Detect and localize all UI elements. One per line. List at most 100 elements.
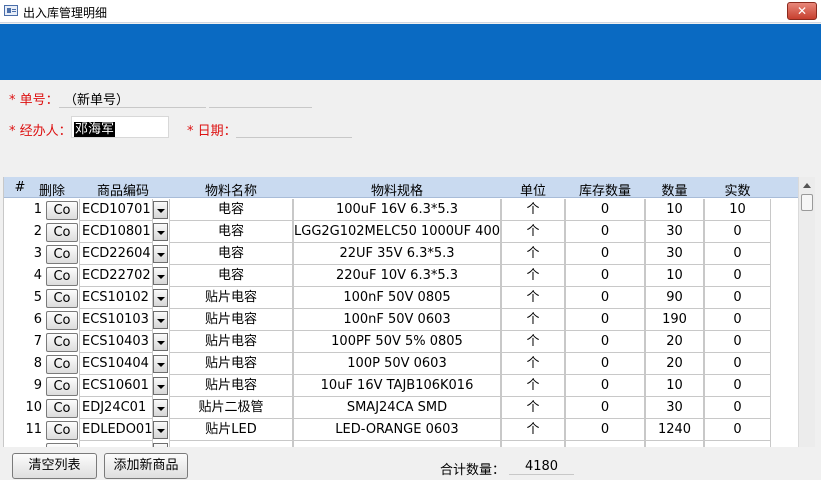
delete-row-button[interactable]: Co <box>46 289 78 308</box>
delete-row-button[interactable] <box>46 443 78 447</box>
material-spec-cell[interactable]: LED-ORANGE 0603 <box>293 419 501 441</box>
close-button[interactable]: ✕ <box>787 2 817 20</box>
unit-cell[interactable]: 个 <box>501 243 565 265</box>
add-item-button[interactable]: 添加新商品 <box>104 453 188 479</box>
delete-row-button[interactable]: Co <box>46 223 78 242</box>
actual-qty-cell[interactable]: 10 <box>704 199 771 221</box>
product-code-combobox[interactable]: EDJ24C01 <box>79 397 153 419</box>
actual-qty-cell[interactable]: 0 <box>704 353 771 375</box>
grid-scrollbar[interactable] <box>798 177 815 447</box>
material-name-cell[interactable] <box>169 441 293 447</box>
qty-cell[interactable]: 10 <box>645 265 704 287</box>
unit-cell[interactable]: 个 <box>501 265 565 287</box>
chevron-down-icon[interactable] <box>153 355 168 373</box>
product-code-combobox[interactable]: ECS10403 <box>79 331 153 353</box>
actual-qty-cell[interactable]: 0 <box>704 221 771 243</box>
actual-qty-cell[interactable]: 0 <box>704 331 771 353</box>
qty-cell[interactable]: 90 <box>645 287 704 309</box>
material-name-cell[interactable]: 电容 <box>169 199 293 221</box>
stock-qty-cell[interactable]: 0 <box>565 353 645 375</box>
material-spec-cell[interactable]: SMAJ24CA SMD <box>293 397 501 419</box>
stock-qty-cell[interactable]: 0 <box>565 265 645 287</box>
stock-qty-cell[interactable]: 0 <box>565 375 645 397</box>
handler-input[interactable]: 邓海军 <box>71 116 169 138</box>
actual-qty-cell[interactable]: 0 <box>704 397 771 419</box>
material-spec-cell[interactable]: 10uF 16V TAJB106K016 <box>293 375 501 397</box>
material-name-cell[interactable]: 贴片LED <box>169 419 293 441</box>
qty-cell[interactable]: 1240 <box>645 419 704 441</box>
stock-qty-cell[interactable]: 0 <box>565 199 645 221</box>
qty-cell[interactable] <box>645 441 704 447</box>
unit-cell[interactable]: 个 <box>501 419 565 441</box>
stock-qty-cell[interactable]: 0 <box>565 287 645 309</box>
material-spec-cell[interactable]: 22UF 35V 6.3*5.3 <box>293 243 501 265</box>
delete-row-button[interactable]: Co <box>46 311 78 330</box>
material-name-cell[interactable]: 贴片电容 <box>169 353 293 375</box>
chevron-down-icon[interactable] <box>153 377 168 395</box>
stock-qty-cell[interactable]: 0 <box>565 309 645 331</box>
unit-cell[interactable]: 个 <box>501 353 565 375</box>
material-name-cell[interactable]: 贴片电容 <box>169 309 293 331</box>
material-spec-cell[interactable]: 100uF 16V 6.3*5.3 <box>293 199 501 221</box>
actual-qty-cell[interactable]: 0 <box>704 287 771 309</box>
material-spec-cell[interactable]: 100PF 50V 5% 0805 <box>293 331 501 353</box>
product-code-combobox[interactable]: ECS10102 <box>79 287 153 309</box>
delete-row-button[interactable]: Co <box>46 245 78 264</box>
qty-cell[interactable]: 190 <box>645 309 704 331</box>
qty-cell[interactable]: 10 <box>645 199 704 221</box>
scroll-up-icon[interactable] <box>803 183 811 188</box>
order-no-extra-field[interactable] <box>209 107 312 108</box>
chevron-down-icon[interactable] <box>153 223 168 241</box>
delete-row-button[interactable]: Co <box>46 201 78 220</box>
unit-cell[interactable]: 个 <box>501 397 565 419</box>
unit-cell[interactable]: 个 <box>501 287 565 309</box>
stock-qty-cell[interactable]: 0 <box>565 419 645 441</box>
actual-qty-cell[interactable]: 0 <box>704 243 771 265</box>
actual-qty-cell[interactable]: 0 <box>704 265 771 287</box>
date-input[interactable] <box>236 137 352 138</box>
delete-row-button[interactable]: Co <box>46 399 78 418</box>
stock-qty-cell[interactable]: 0 <box>565 221 645 243</box>
qty-cell[interactable]: 30 <box>645 243 704 265</box>
product-code-combobox[interactable]: ECD22702 <box>79 265 153 287</box>
material-name-cell[interactable]: 贴片二极管 <box>169 397 293 419</box>
delete-row-button[interactable]: Co <box>46 267 78 286</box>
material-name-cell[interactable]: 贴片电容 <box>169 331 293 353</box>
qty-cell[interactable]: 10 <box>645 375 704 397</box>
chevron-down-icon[interactable] <box>153 399 168 417</box>
actual-qty-cell[interactable]: 0 <box>704 309 771 331</box>
actual-qty-cell[interactable] <box>704 441 771 447</box>
stock-qty-cell[interactable]: 0 <box>565 397 645 419</box>
product-code-combobox[interactable]: ECS10103 <box>79 309 153 331</box>
chevron-down-icon[interactable] <box>153 289 168 307</box>
material-spec-cell[interactable] <box>293 441 501 447</box>
material-spec-cell[interactable]: 100P 50V 0603 <box>293 353 501 375</box>
chevron-down-icon[interactable] <box>153 201 168 219</box>
clear-list-button[interactable]: 清空列表 <box>12 453 97 479</box>
product-code-combobox[interactable]: ECD22604 <box>79 243 153 265</box>
chevron-down-icon[interactable] <box>153 311 168 329</box>
chevron-down-icon[interactable] <box>153 443 168 447</box>
qty-cell[interactable]: 30 <box>645 221 704 243</box>
chevron-down-icon[interactable] <box>153 245 168 263</box>
material-name-cell[interactable]: 电容 <box>169 221 293 243</box>
actual-qty-cell[interactable]: 0 <box>704 419 771 441</box>
material-spec-cell[interactable]: 220uF 10V 6.3*5.3 <box>293 265 501 287</box>
product-code-combobox[interactable]: ECS10601 <box>79 375 153 397</box>
material-name-cell[interactable]: 电容 <box>169 243 293 265</box>
chevron-down-icon[interactable] <box>153 333 168 351</box>
qty-cell[interactable]: 20 <box>645 331 704 353</box>
chevron-down-icon[interactable] <box>153 421 168 439</box>
material-name-cell[interactable]: 电容 <box>169 265 293 287</box>
unit-cell[interactable]: 个 <box>501 199 565 221</box>
product-code-combobox[interactable]: ECD10701 <box>79 199 153 221</box>
order-no-value[interactable]: （新单号） <box>64 89 129 108</box>
product-code-combobox[interactable]: EDLEDO01 <box>79 419 153 441</box>
chevron-down-icon[interactable] <box>153 267 168 285</box>
material-name-cell[interactable]: 贴片电容 <box>169 375 293 397</box>
unit-cell[interactable]: 个 <box>501 331 565 353</box>
delete-row-button[interactable]: Co <box>46 333 78 352</box>
material-spec-cell[interactable]: LGG2G102MELC50 1000UF 400V <box>293 221 501 243</box>
product-code-combobox[interactable]: ECS10404 <box>79 353 153 375</box>
unit-cell[interactable]: 个 <box>501 309 565 331</box>
